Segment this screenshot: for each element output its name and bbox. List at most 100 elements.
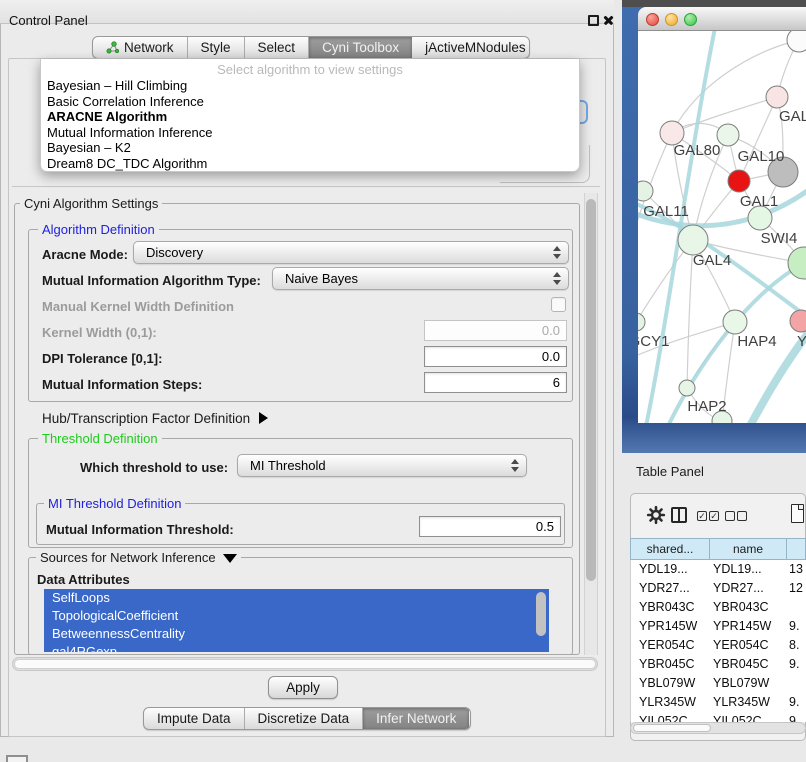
table-cell: YIL052C xyxy=(639,714,688,722)
table-row[interactable]: YBR043CYBR043C xyxy=(631,598,806,617)
table-row[interactable]: YPR145WYPR145W9. xyxy=(631,617,806,636)
manual-kernel-width-checkbox[interactable] xyxy=(551,297,566,312)
table-row[interactable]: YER054CYER054C8. xyxy=(631,636,806,655)
checked-checkbox-icon[interactable]: ✓ xyxy=(709,511,719,521)
network-view-canvas[interactable]: GALGAL80GAL10GAL1GAL11SWI4GAL4GCY1HAP4YH… xyxy=(638,31,806,423)
mi-algorithm-type-combobox[interactable]: Naive Bayes xyxy=(272,267,569,290)
dropdown-item-mutual-information-inference[interactable]: Mutual Information Inference xyxy=(46,125,574,141)
network-node[interactable] xyxy=(638,181,653,201)
settings-vertical-scrollbar-thumb[interactable] xyxy=(586,199,596,581)
network-node[interactable] xyxy=(638,313,645,331)
network-node-label: SWI4 xyxy=(761,230,798,247)
table-column-header-name[interactable]: name xyxy=(709,538,786,560)
tab-network[interactable]: Network xyxy=(93,37,187,58)
table-row[interactable]: YDR27...YDR27...12 xyxy=(631,579,806,598)
network-window-titlebar[interactable] xyxy=(638,7,806,31)
tab-select[interactable]: Select xyxy=(244,37,309,58)
network-node[interactable] xyxy=(679,380,695,396)
network-node[interactable] xyxy=(788,247,806,279)
dropdown-item-bayesian-hill-climbing[interactable]: Bayesian – Hill Climbing xyxy=(46,78,574,94)
mi-steps-label: Mutual Information Steps: xyxy=(42,377,202,392)
kernel-width-field[interactable]: 0.0 xyxy=(424,320,567,341)
stepper-arrows-icon xyxy=(553,246,561,259)
table-cell: 9. xyxy=(789,695,799,709)
table-row[interactable]: YIL052CYIL052C9 xyxy=(631,712,806,722)
tab-jactivemnodules[interactable]: jActiveMNodules xyxy=(412,37,530,58)
minimized-panel-icon[interactable] xyxy=(6,755,28,762)
table-cell: YDR27... xyxy=(713,581,764,595)
apply-button[interactable]: Apply xyxy=(268,676,338,699)
network-node[interactable] xyxy=(723,310,747,334)
tab-discretize-data[interactable]: Discretize Data xyxy=(244,708,363,729)
document-icon[interactable] xyxy=(791,504,804,523)
attribute-item-topologicalcoefficient[interactable]: TopologicalCoefficient xyxy=(44,607,549,625)
which-threshold-combobox[interactable]: MI Threshold xyxy=(237,454,527,477)
table-row[interactable]: YLR345WYLR345W9. xyxy=(631,693,806,712)
table-row[interactable]: YBR045CYBR045C9. xyxy=(631,655,806,674)
data-attributes-scrollbar-thumb[interactable] xyxy=(536,592,546,636)
sources-legend-label: Sources for Network Inference xyxy=(40,550,216,565)
table-cell: YPR145W xyxy=(639,619,697,633)
attribute-item-betweennesscentrality[interactable]: BetweennessCentrality xyxy=(44,625,549,643)
tab-label: Discretize Data xyxy=(258,711,350,726)
gear-icon[interactable] xyxy=(646,505,666,525)
dropdown-item-basic-correlation-inference[interactable]: Basic Correlation Inference xyxy=(46,94,574,110)
sources-legend[interactable]: Sources for Network Inference xyxy=(36,550,241,565)
zoom-window-button[interactable] xyxy=(684,13,697,26)
tab-impute-data[interactable]: Impute Data xyxy=(144,708,244,729)
table-column-header-col2[interactable] xyxy=(786,538,806,560)
mi-threshold-definition-legend: MI Threshold Definition xyxy=(44,496,185,511)
float-window-icon[interactable] xyxy=(588,15,599,26)
table-row[interactable]: YDL19...YDL19...13 xyxy=(631,560,806,579)
network-node[interactable] xyxy=(728,170,750,192)
aracne-mode-label: Aracne Mode: xyxy=(42,247,128,262)
control-panel-tabbar: Network Style Select Cyni ToolboxjActiveMNo… xyxy=(92,36,530,59)
which-threshold-label: Which threshold to use: xyxy=(80,460,228,475)
divider-fragment xyxy=(12,186,600,187)
network-node[interactable] xyxy=(790,310,806,332)
attribute-item-selfloops[interactable]: SelfLoops xyxy=(44,589,549,607)
aracne-mode-combobox[interactable]: Discovery xyxy=(133,241,569,264)
table-row[interactable]: YBL079WYBL079W xyxy=(631,674,806,693)
tab-infer-network[interactable]: Infer Network xyxy=(362,708,469,729)
hub-definition-expander[interactable]: Hub/Transcription Factor Definition xyxy=(42,411,268,426)
dropdown-item-aracne-algorithm[interactable]: ARACNE Algorithm xyxy=(46,109,574,125)
table-cell: YLR345W xyxy=(639,695,696,709)
tab-label: Select xyxy=(258,40,296,55)
unchecked-checkbox-icon[interactable] xyxy=(725,511,735,521)
hub-definition-label: Hub/Transcription Factor Definition xyxy=(42,411,250,426)
settings-horizontal-scrollbar-thumb[interactable] xyxy=(14,659,596,669)
table-cell: YDR27... xyxy=(639,581,690,595)
mi-threshold-value: 0.5 xyxy=(536,519,554,534)
dropdown-item-bayesian-k2[interactable]: Bayesian – K2 xyxy=(46,140,574,156)
attribute-item-gal4rgexp[interactable]: gal4RGexp xyxy=(44,643,549,652)
data-attributes-label: Data Attributes xyxy=(37,572,130,587)
show-columns-icon[interactable] xyxy=(671,507,687,523)
checked-checkbox-icon[interactable]: ✓ xyxy=(697,511,707,521)
tab-label: Network xyxy=(124,40,174,55)
network-node[interactable] xyxy=(678,225,708,255)
table-cell: YDL19... xyxy=(713,562,762,576)
dpi-tolerance-field[interactable]: 0.0 xyxy=(424,346,567,367)
close-icon[interactable] xyxy=(602,14,615,27)
mi-threshold-field[interactable]: 0.5 xyxy=(419,516,561,537)
table-horizontal-scrollbar-thumb[interactable] xyxy=(633,724,711,732)
network-node[interactable] xyxy=(766,86,788,108)
algorithm-dropdown-popup: Select algorithm to view settings Bayesi… xyxy=(40,59,580,172)
minimize-window-button[interactable] xyxy=(665,13,678,26)
tab-label: Style xyxy=(201,40,231,55)
expander-down-arrow-icon xyxy=(223,554,237,563)
table-column-header-shared[interactable]: shared... xyxy=(630,538,709,560)
table-cell: 13 xyxy=(789,562,803,576)
dropdown-item-dream8-dc-tdc-algorithm[interactable]: Dream8 DC_TDC Algorithm xyxy=(46,156,574,172)
dpi-tolerance-label: DPI Tolerance [0,1]: xyxy=(42,351,162,366)
tab-cyni-toolbox[interactable]: Cyni Toolbox xyxy=(308,37,412,58)
table-cell: YBL079W xyxy=(639,676,695,690)
tab-style[interactable]: Style xyxy=(187,37,244,58)
algorithm-definition-legend: Algorithm Definition xyxy=(38,222,159,237)
mi-steps-field[interactable]: 6 xyxy=(424,372,567,393)
close-window-button[interactable] xyxy=(646,13,659,26)
unchecked-checkbox-icon[interactable] xyxy=(737,511,747,521)
table-cell: YIL052C xyxy=(713,714,762,722)
network-node[interactable] xyxy=(787,31,806,52)
